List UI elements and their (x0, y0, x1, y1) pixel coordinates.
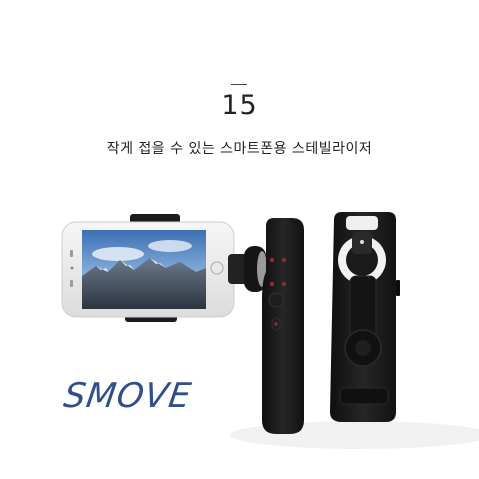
product-title: 작게 접을 수 있는 스마트폰용 스테빌라이저 (106, 141, 373, 157)
gimbal-folded-back (330, 212, 400, 422)
brand-logo: SMOVE (61, 376, 195, 416)
product-photo (0, 180, 479, 479)
rank-divider (231, 84, 247, 85)
rank-number: 15 (221, 90, 258, 121)
product-card: 15 작게 접을 수 있는 스마트폰용 스테빌라이저 SMOVE (0, 0, 479, 479)
